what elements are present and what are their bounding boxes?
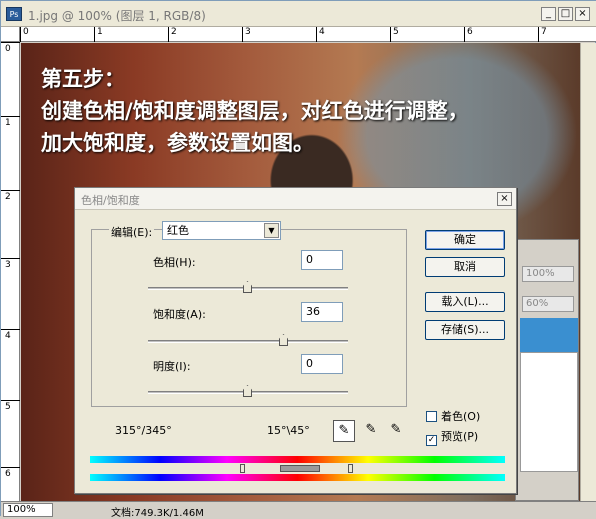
- fill-field[interactable]: 60%: [522, 296, 574, 312]
- ruler-tick: 3: [242, 27, 251, 42]
- ruler-tick: 5: [1, 400, 20, 413]
- selected-layer-row[interactable]: [520, 318, 578, 352]
- step-heading: 第五步：: [41, 66, 125, 91]
- hue-saturation-dialog: 色相/饱和度 × 编辑(E): 红色 ▼ 色相(H): 0 饱和度(A): 36…: [74, 187, 517, 494]
- saturation-input[interactable]: 36: [301, 302, 343, 322]
- lightness-slider[interactable]: [148, 385, 348, 397]
- range-falloff-right-handle[interactable]: [348, 464, 353, 473]
- minimize-button[interactable]: _: [541, 7, 556, 21]
- ruler-tick: 1: [1, 116, 20, 129]
- hue-label: 色相(H):: [153, 256, 196, 269]
- saturation-label: 饱和度(A):: [153, 308, 206, 321]
- color-range-slider[interactable]: [90, 463, 505, 474]
- eyedropper-minus-icon[interactable]: ✎: [385, 420, 407, 442]
- ok-button[interactable]: 确定: [425, 230, 505, 250]
- ruler-tick: 0: [20, 27, 29, 42]
- lightness-input[interactable]: 0: [301, 354, 343, 374]
- dialog-title-bar[interactable]: 色相/饱和度 ×: [75, 188, 516, 210]
- ruler-tick: 7: [538, 27, 547, 42]
- ruler-tick: 2: [168, 27, 177, 42]
- close-button[interactable]: ×: [575, 7, 590, 21]
- layers-list[interactable]: [520, 352, 578, 472]
- edit-channel-value: 红色: [167, 224, 189, 237]
- vertical-scrollbar[interactable]: [580, 43, 596, 501]
- cancel-button[interactable]: 取消: [425, 257, 505, 277]
- checkbox-box[interactable]: [426, 411, 437, 422]
- range-right-value: 15°\45°: [267, 424, 310, 437]
- dialog-close-button[interactable]: ×: [497, 192, 512, 206]
- range-left-value: 315°/345°: [115, 424, 172, 437]
- ruler-tick: 6: [464, 27, 473, 42]
- load-button[interactable]: 载入(L)...: [425, 292, 505, 312]
- hue-slider[interactable]: [148, 281, 348, 293]
- ruler-tick: 3: [1, 258, 20, 271]
- bottom-color-spectrum: [90, 474, 505, 481]
- hue-input[interactable]: 0: [301, 250, 343, 270]
- document-size-info[interactable]: 文档:749.3K/1.46M: [111, 504, 204, 519]
- zoom-input[interactable]: 100%: [3, 503, 53, 517]
- maximize-button[interactable]: □: [558, 7, 573, 21]
- step-line-1: 创建色相/饱和度调整图层，对红色进行调整，: [41, 98, 469, 123]
- range-falloff-left-handle[interactable]: [240, 464, 245, 473]
- eyedropper-plus-icon[interactable]: ✎: [360, 420, 382, 442]
- ruler-tick: 0: [1, 42, 20, 55]
- horizontal-ruler[interactable]: 0 1 2 3 4 5 6 7: [20, 27, 596, 42]
- preview-checkbox[interactable]: ✓ 预览(P): [426, 428, 478, 446]
- dialog-title: 色相/饱和度: [81, 194, 140, 207]
- edit-channel-select[interactable]: 红色 ▼: [162, 221, 281, 240]
- checkbox-box[interactable]: ✓: [426, 435, 437, 446]
- photoshop-app-icon: Ps: [6, 7, 22, 21]
- saturation-slider[interactable]: [148, 334, 348, 346]
- ruler-tick: 2: [1, 190, 20, 203]
- preview-label: 预览(P): [441, 430, 479, 443]
- range-center-bar[interactable]: [280, 465, 320, 472]
- ruler-tick: 5: [390, 27, 399, 42]
- lightness-label: 明度(I):: [153, 360, 191, 373]
- eyedropper-icon[interactable]: ✎: [333, 420, 355, 442]
- vertical-ruler[interactable]: 0 1 2 3 4 5 6: [1, 42, 20, 501]
- ruler-corner[interactable]: [1, 27, 20, 42]
- title-bar[interactable]: Ps 1.jpg @ 100% (图层 1, RGB/8) _ □ ×: [1, 1, 596, 27]
- ruler-tick: 4: [1, 329, 20, 342]
- opacity-field[interactable]: 100%: [522, 266, 574, 282]
- colorize-checkbox[interactable]: 着色(O): [426, 408, 480, 424]
- ruler-tick: 4: [316, 27, 325, 42]
- status-bar: 100% 文档:749.3K/1.46M: [1, 501, 596, 519]
- window-title: 1.jpg @ 100% (图层 1, RGB/8): [28, 9, 206, 23]
- photoshop-document-window: Ps 1.jpg @ 100% (图层 1, RGB/8) _ □ × 0 1 …: [0, 0, 596, 519]
- colorize-label: 着色(O): [441, 410, 481, 423]
- layers-panel: 100% 60%: [515, 239, 579, 501]
- adjustment-group: [91, 229, 407, 407]
- edit-label: 编辑(E):: [109, 224, 155, 240]
- ruler-tick: 1: [94, 27, 103, 42]
- top-color-spectrum: [90, 456, 505, 463]
- step-line-2: 加大饱和度，参数设置如图。: [41, 130, 314, 155]
- save-button[interactable]: 存储(S)...: [425, 320, 505, 340]
- tutorial-text: 第五步： 创建色相/饱和度调整图层，对红色进行调整， 加大饱和度，参数设置如图。: [41, 63, 469, 159]
- ruler-tick: 6: [1, 467, 20, 480]
- chevron-down-icon[interactable]: ▼: [264, 223, 279, 238]
